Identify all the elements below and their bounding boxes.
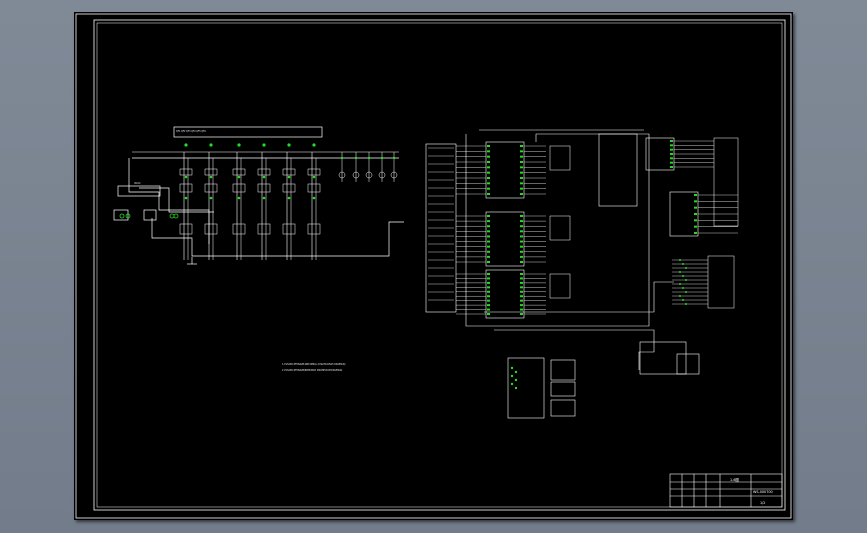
lower-terminal-panels [507, 341, 700, 419]
svg-text:QF1 QF2 QF3 QF4 QF5 QF6: QF1 QF2 QF3 QF4 QF5 QF6 [176, 130, 206, 133]
title-block-sheet: 1/2 [760, 501, 765, 505]
cad-viewport[interactable]: UUUU QF1 QF2 QF3 QF4 QF5 QF6 1.CVS23D RF… [0, 0, 867, 533]
drawing-sheet[interactable]: UUUU QF1 QF2 QF3 QF4 QF5 QF6 1.CVS23D RF… [74, 12, 793, 520]
power-circuit [113, 126, 404, 265]
svg-text:UUUU: UUUU [134, 182, 141, 185]
note-line-2: 2.CVS23D RFMS22B/RPMCMCO 2MCMPUCCHDN15M4… [282, 369, 343, 372]
sheet-outer-border [75, 13, 792, 519]
title-block-drawing-number: WS-000700 [753, 490, 773, 494]
drawing-notes: 1.CVS23D RFMS22B-DN15M4Q+CVS23D-DN15 DN1… [282, 363, 346, 372]
note-line-1: 1.CVS23D RFMS22B-DN15M4Q+CVS23D-DN15 DN1… [282, 363, 346, 366]
sheet-frame-line [96, 22, 783, 508]
electrical-schematic: UUUU QF1 QF2 QF3 QF4 QF5 QF6 1.CVS23D RF… [75, 13, 792, 519]
title-block-title: 1-6图 [730, 478, 740, 482]
sheet-inner-border [93, 19, 786, 511]
